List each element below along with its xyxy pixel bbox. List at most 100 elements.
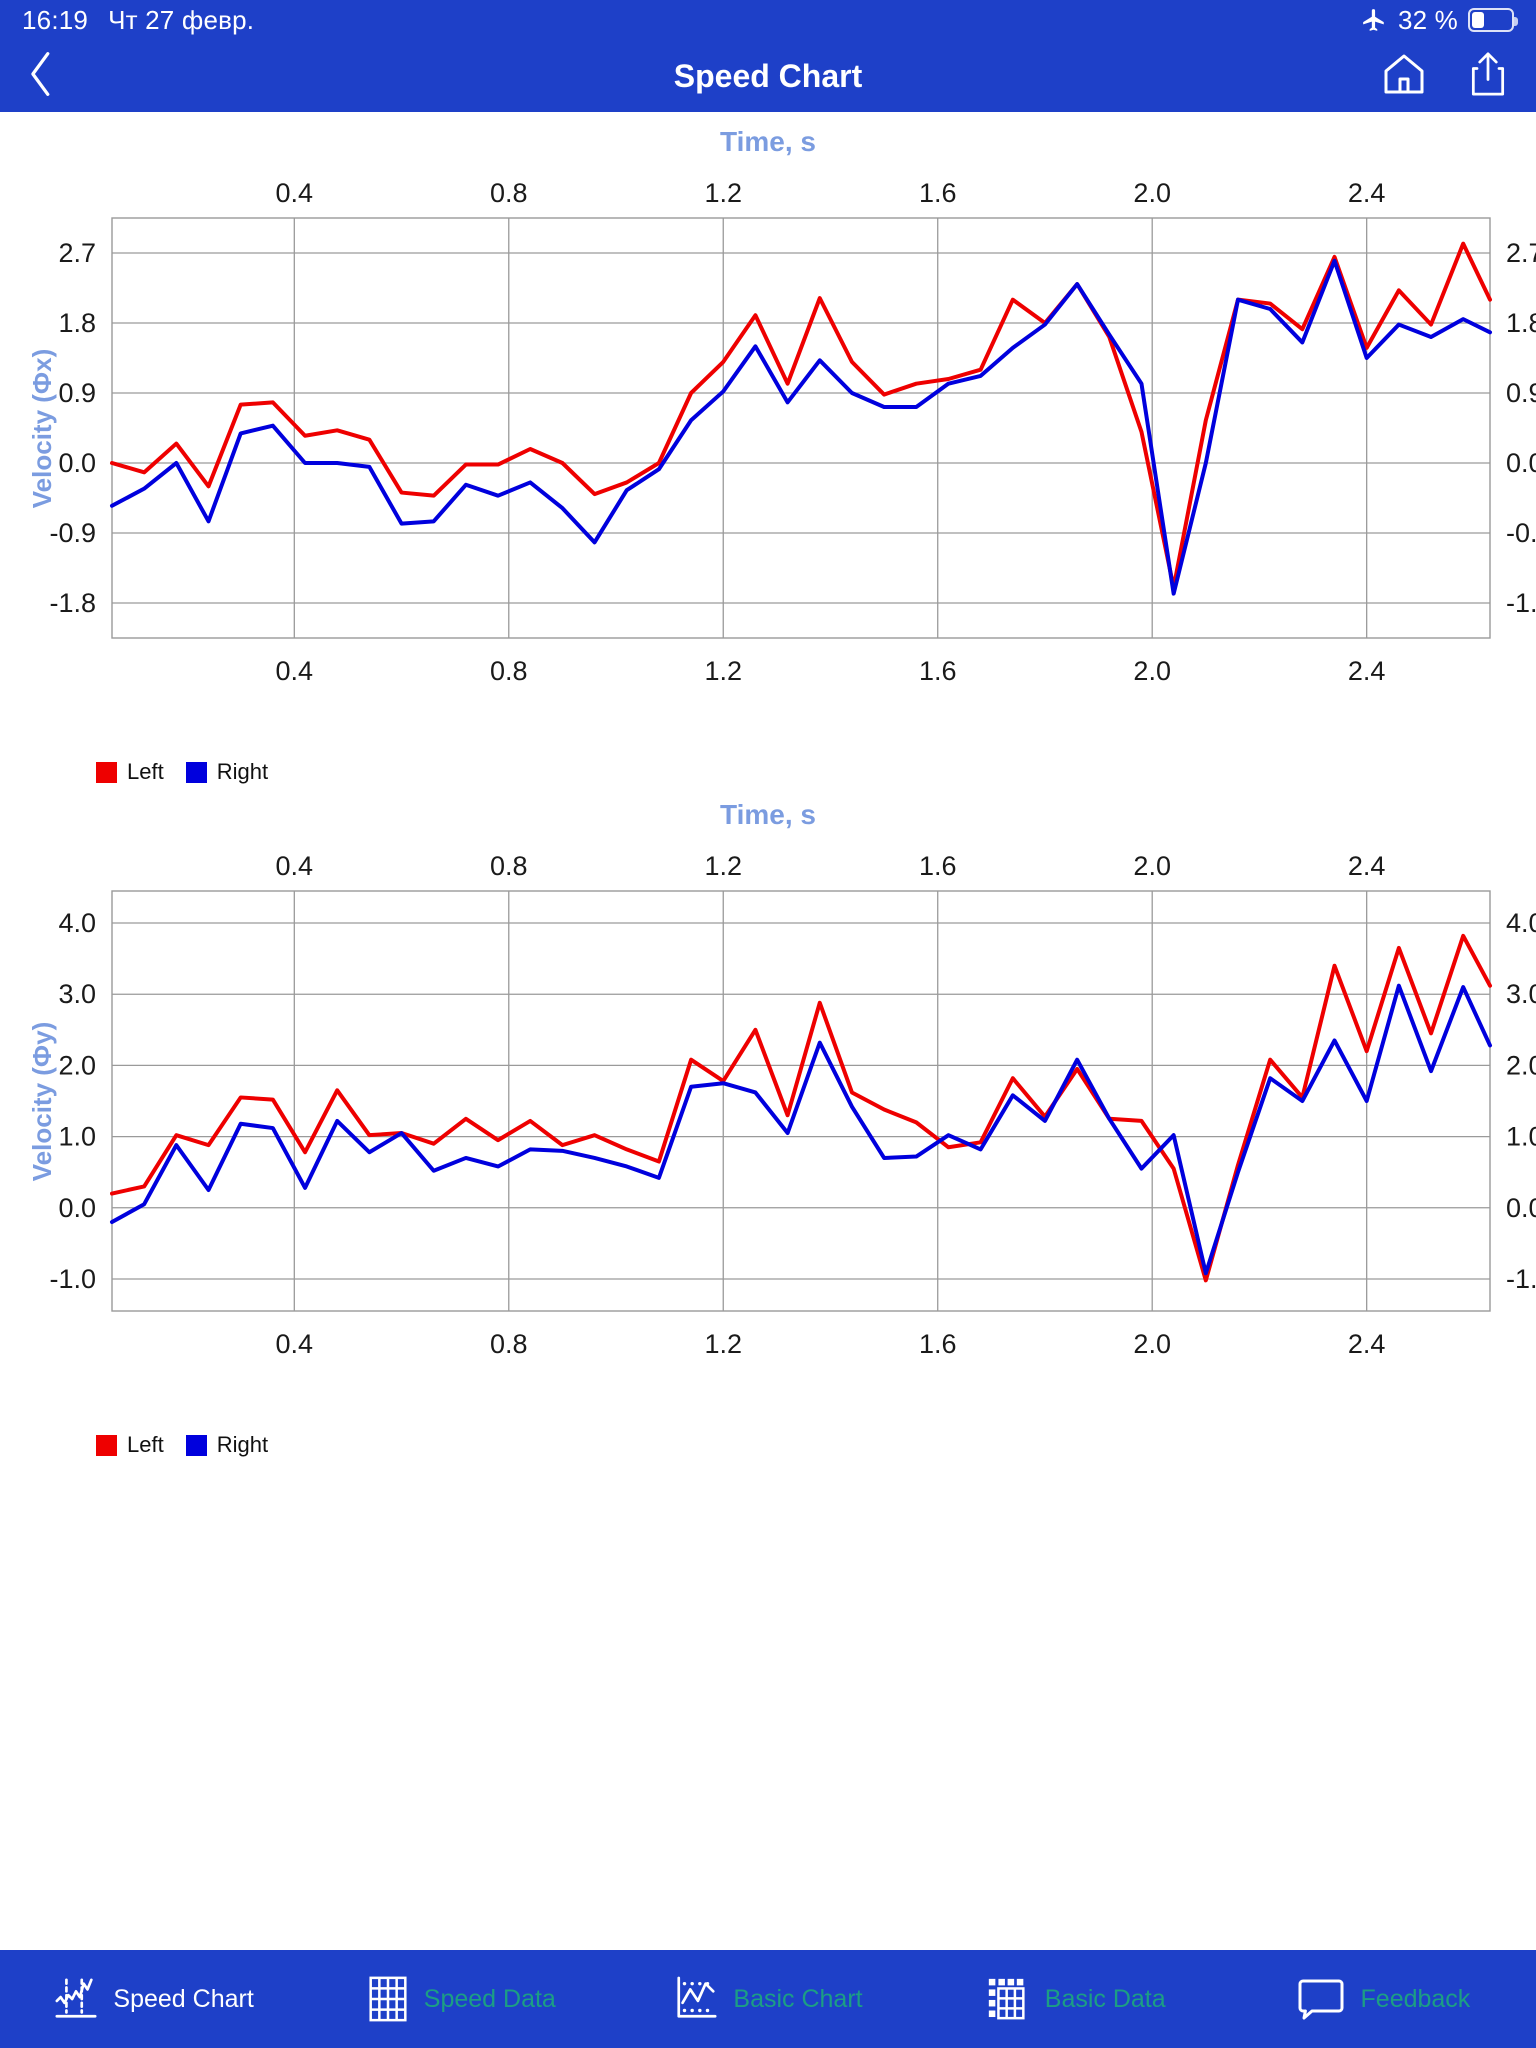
tab-label-speed-data: Speed Data xyxy=(423,1984,556,2013)
share-button[interactable] xyxy=(1466,49,1510,104)
tab-speed-data[interactable]: Speed Data xyxy=(307,1974,614,2024)
speed-chart-x-xtick-bottom: 2.4 xyxy=(1348,656,1386,686)
chart-y-plot-wrap: Velocity (Фy) -1.0 -1.0 0.0 0.0 1.0 1.0 2.0 2.0… xyxy=(0,831,1536,1426)
speed-chart-y-xtick-bottom: 1.2 xyxy=(704,1329,742,1359)
speed-chart-x-xtick-bottom: 0.4 xyxy=(276,656,314,686)
speed-chart-y-ytick-right: 2.0 xyxy=(1506,1050,1536,1080)
navigation-bar-actions xyxy=(1380,49,1510,104)
chart-x-title: Time, s xyxy=(720,126,816,157)
speed-chart-x-xtick-top: 0.8 xyxy=(490,178,528,208)
legend-swatch-right xyxy=(185,761,207,783)
speed-chart-x-xtick-top: 1.6 xyxy=(919,178,957,208)
chart-y-canvas[interactable]: -1.0 -1.0 0.0 0.0 1.0 1.0 2.0 2.0 3.0 3.0 4.0 4.0 0.… xyxy=(0,831,1536,1421)
home-button[interactable] xyxy=(1380,50,1428,103)
speed-chart-y-xtick-top: 1.2 xyxy=(704,851,742,881)
tab-basic-chart[interactable]: Basic Chart xyxy=(614,1974,921,2024)
speed-chart-x-ytick-left: 1.8 xyxy=(58,308,96,338)
chart-x-plot-wrap: Velocity (Фx) -1.8 -1.8 -0.9 -0.9 0.0 0.0 0.9 0… xyxy=(0,158,1536,753)
airplane-mode-icon xyxy=(1360,7,1388,33)
speed-chart-x-xtick-bottom: 1.6 xyxy=(919,656,957,686)
legend-item-left: Left xyxy=(96,1432,164,1458)
speed-chart-x-xtick-top: 1.2 xyxy=(704,178,742,208)
speed-chart-y-xtick-bottom: 2.4 xyxy=(1348,1329,1386,1359)
share-icon xyxy=(1466,51,1510,103)
speed-chart-y-block: Time, s Velocity (Фy) -1.0 -1.0 0.0 0.0 1.0 1… xyxy=(0,785,1536,1458)
speed-chart-x-ytick-right: -1.8 xyxy=(1506,588,1536,618)
speed-chart-y-xtick-top: 1.6 xyxy=(919,851,957,881)
speed-chart-x-ytick-right: 0.0 xyxy=(1506,448,1536,478)
chart-y-title: Time, s xyxy=(720,799,816,830)
tab-feedback[interactable]: Feedback xyxy=(1229,1975,1536,2023)
legend-label-left: Left xyxy=(127,1432,164,1457)
speed-chart-x-ytick-right: 2.7 xyxy=(1506,238,1536,268)
battery-icon xyxy=(1468,8,1518,32)
speed-chart-x-xtick-bottom: 2.0 xyxy=(1133,656,1171,686)
speed-chart-y-xtick-bottom: 2.0 xyxy=(1133,1329,1171,1359)
speed-chart-x-plot-frame xyxy=(111,217,1491,639)
status-bar-right: 32 % xyxy=(1360,4,1518,36)
speed-chart-x-block: Time, s Velocity (Фx) -1.8 -1.8 -0.9 -0.9 0.… xyxy=(0,112,1536,785)
speed-chart-y-xtick-top: 0.4 xyxy=(276,851,314,881)
speed-chart-y-ytick-right: 0.0 xyxy=(1506,1193,1536,1223)
tab-basic-data[interactable]: Basic Data xyxy=(922,1974,1229,2024)
speed-chart-y-series-left xyxy=(110,933,1492,1283)
speed-chart-x-xtick-top: 0.4 xyxy=(276,178,314,208)
speed-chart-y-ytick-right: 1.0 xyxy=(1506,1122,1536,1152)
speed-chart-x-ytick-right: 1.8 xyxy=(1506,308,1536,338)
home-icon xyxy=(1380,54,1428,102)
speed-chart-x-ytick-right: -0.9 xyxy=(1506,518,1536,548)
speed-chart-y-ytick-left: 3.0 xyxy=(58,979,96,1009)
speed-chart-x-ytick-left: 0.9 xyxy=(58,378,96,408)
speed-chart-y-ytick-left: -1.0 xyxy=(49,1264,96,1294)
grid-table-partial-icon xyxy=(985,1974,1031,2024)
status-date: Чт 27 февр. xyxy=(108,4,255,35)
speed-chart-x-xtick-top: 2.0 xyxy=(1133,178,1171,208)
legend-swatch-left xyxy=(96,761,117,783)
speed-chart-x-xtick-bottom: 1.2 xyxy=(704,656,742,686)
speech-bubble-icon xyxy=(1295,1975,1347,2023)
speed-chart-x-ytick-left: -1.8 xyxy=(49,588,96,618)
speed-chart-y-ytick-right: 3.0 xyxy=(1506,979,1536,1009)
speed-chart-x-ytick-left: 2.7 xyxy=(58,238,96,268)
speed-chart-y-xtick-top: 0.8 xyxy=(490,851,528,881)
speed-chart-y-ytick-left: 4.0 xyxy=(58,908,96,938)
speed-chart-y-ytick-right: -1.0 xyxy=(1506,1264,1536,1294)
speed-chart-x-ytick-left: -0.9 xyxy=(49,518,96,548)
tab-speed-chart[interactable]: Speed Chart xyxy=(0,1974,307,2024)
speed-chart-x-series-left xyxy=(110,241,1492,590)
battery-fill xyxy=(1472,12,1485,28)
page-title: Speed Chart xyxy=(673,57,863,94)
speed-chart-y-ytick-right: 4.0 xyxy=(1506,908,1536,938)
tab-label-feedback: Feedback xyxy=(1360,1984,1471,2013)
chart-x-ylabel: Velocity (Фx) xyxy=(26,348,57,508)
speed-chart-y-xtick-bottom: 1.6 xyxy=(919,1329,957,1359)
speed-chart-y-ytick-left: 2.0 xyxy=(58,1050,96,1080)
speed-chart-y-xtick-bottom: 0.8 xyxy=(490,1329,528,1359)
tab-label-basic-chart: Basic Chart xyxy=(733,1984,863,2013)
tab-label-basic-data: Basic Data xyxy=(1044,1984,1166,2013)
line-chart-icon xyxy=(53,1974,99,2024)
legend-item-right: Right xyxy=(185,759,268,785)
status-time: 16:19 xyxy=(22,4,89,35)
status-bar-left: 16:19 Чт 27 февр. xyxy=(22,5,254,36)
legend-item-right: Right xyxy=(185,1432,269,1458)
bottom-tab-bar: Speed Chart Speed Data Basic Chart Basic… xyxy=(0,1950,1536,2048)
legend-label-left: Left xyxy=(127,759,164,784)
chart-y-legend: Left Right xyxy=(0,1432,1536,1458)
navigation-bar: Speed Chart xyxy=(0,40,1536,112)
speed-chart-y-xtick-bottom: 0.4 xyxy=(276,1329,314,1359)
chevron-left-icon xyxy=(26,51,56,102)
chart-x-canvas[interactable]: -1.8 -1.8 -0.9 -0.9 0.0 0.0 0.9 0.9 1.8 1.8 2.7 2.7… xyxy=(0,158,1536,748)
speed-chart-y-ytick-left: 1.0 xyxy=(58,1122,96,1152)
speed-chart-x-xtick-bottom: 0.8 xyxy=(490,656,528,686)
legend-label-right: Right xyxy=(216,1432,269,1457)
grid-table-icon xyxy=(366,1974,410,2024)
battery-percent-label: 32 % xyxy=(1397,4,1458,35)
speed-chart-x-ytick-right: 0.9 xyxy=(1506,378,1536,408)
speed-chart-y-ytick-left: 0.0 xyxy=(58,1193,96,1223)
legend-swatch-right xyxy=(185,1434,207,1456)
chart-x-legend: Left Right xyxy=(0,759,1536,785)
speed-chart-x-series-right xyxy=(110,258,1492,596)
back-button[interactable] xyxy=(26,51,56,102)
tab-label-speed-chart: Speed Chart xyxy=(113,1984,254,2013)
